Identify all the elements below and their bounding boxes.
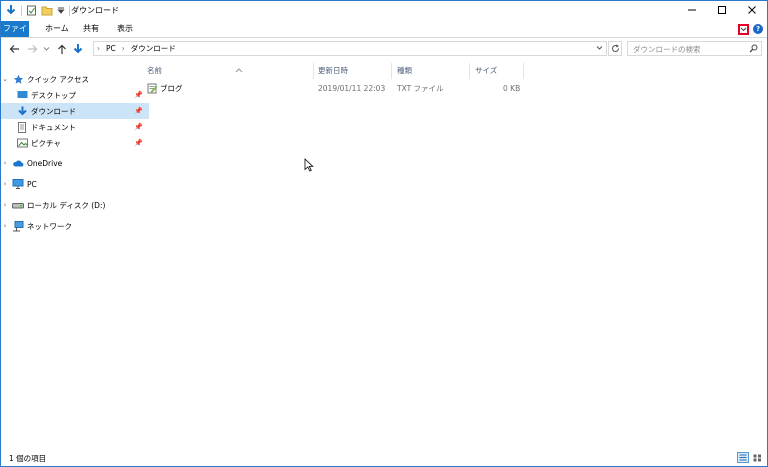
expanded-chevron-icon[interactable]: ⌄ (1, 75, 9, 83)
mouse-cursor-icon (304, 158, 314, 174)
network-icon (12, 220, 24, 232)
maximize-button[interactable] (707, 1, 737, 19)
tab-view[interactable]: 表示 (111, 21, 139, 37)
sort-ascending-icon (235, 63, 243, 79)
column-header-size[interactable]: サイズ (475, 63, 521, 79)
toolbar-separator (21, 6, 22, 16)
computer-icon (12, 178, 24, 190)
tab-home[interactable]: ホーム (39, 21, 75, 37)
sidebar-item-label: ドキュメント (31, 122, 76, 132)
expand-ribbon-button[interactable] (738, 23, 749, 35)
details-view-button[interactable] (737, 452, 749, 463)
title-bar: ダウンロード (1, 1, 767, 21)
table-row[interactable]: ブログ 2019/01/11 22:03 TXT ファイル 0 KB (145, 81, 525, 97)
desktop-icon (16, 89, 28, 101)
sidebar-item-label: クイック アクセス (27, 74, 90, 84)
breadcrumb-pc[interactable]: PC (103, 44, 119, 53)
navigation-bar: › PC › ダウンロード ダウンロードの検索 (1, 39, 767, 59)
back-button[interactable] (7, 42, 21, 56)
tab-share[interactable]: 共有 (77, 21, 105, 37)
sidebar-item-desktop[interactable]: デスクトップ 📌 (1, 87, 149, 103)
collapsed-chevron-icon[interactable]: › (1, 222, 9, 230)
forward-button[interactable] (25, 42, 39, 56)
column-header-modified[interactable]: 更新日時 (318, 63, 388, 79)
collapsed-chevron-icon[interactable]: › (1, 159, 9, 167)
cloud-icon (12, 157, 24, 169)
file-name: ブログ (160, 84, 183, 93)
ribbon-help-area: ? (729, 22, 763, 36)
properties-icon[interactable] (26, 5, 37, 18)
status-bar: 1 個の項目 (1, 450, 767, 466)
sidebar-item-network[interactable]: › ネットワーク (1, 218, 137, 234)
sidebar-item-label: ダウンロード (31, 106, 76, 116)
drive-icon (12, 199, 24, 211)
star-icon (12, 73, 24, 85)
sidebar-item-downloads[interactable]: ダウンロード 📌 (1, 103, 149, 119)
breadcrumb-separator-icon: › (97, 44, 100, 53)
search-icon[interactable] (749, 44, 758, 55)
sidebar-item-label: PC (27, 179, 37, 189)
address-dropdown-icon[interactable] (596, 44, 606, 53)
sidebar-item-label: ピクチャ (31, 138, 61, 148)
column-divider[interactable] (523, 63, 524, 79)
customize-toolbar-icon[interactable] (57, 5, 65, 17)
file-type: TXT ファイル (397, 84, 444, 93)
sidebar-item-label: デスクトップ (31, 90, 76, 100)
download-folder-icon (5, 4, 17, 18)
sidebar-item-label: ネットワーク (27, 221, 72, 231)
download-icon (16, 105, 28, 117)
sidebar-item-local-disk[interactable]: › ローカル ディスク (D:) (1, 197, 137, 213)
breadcrumb-downloads[interactable]: ダウンロード (128, 43, 179, 54)
column-header-type[interactable]: 種類 (397, 63, 467, 79)
navigation-pane: ⌄ クイック アクセス デスクトップ 📌 ダウンロード 📌 ドキュメント 📌 ピ… (1, 67, 149, 447)
refresh-button[interactable] (608, 41, 622, 56)
sidebar-item-documents[interactable]: ドキュメント 📌 (1, 119, 149, 135)
picture-icon (16, 137, 28, 149)
file-modified: 2019/01/11 22:03 (318, 84, 386, 93)
column-divider[interactable] (391, 63, 392, 79)
quick-access-toolbar (5, 3, 70, 19)
sidebar-item-label: ローカル ディスク (D:) (27, 200, 106, 210)
file-size: 0 KB (503, 84, 521, 93)
explorer-window: ダウンロード ファイル ホーム 共有 表示 ? › PC › ダウンロード ダウ… (0, 0, 768, 467)
new-folder-icon[interactable] (41, 5, 53, 18)
ribbon-divider (1, 37, 767, 38)
column-divider[interactable] (469, 63, 470, 79)
recent-locations-button[interactable] (41, 42, 51, 56)
search-placeholder: ダウンロードの検索 (633, 45, 701, 54)
sidebar-item-pc[interactable]: › PC (1, 176, 137, 192)
download-location-icon (71, 42, 85, 56)
column-divider[interactable] (313, 63, 314, 79)
minimize-button[interactable] (677, 1, 707, 19)
file-list: 名前 更新日時 種類 サイズ ブログ 2019/01/11 22:03 TXT … (139, 59, 767, 449)
column-header-name[interactable]: 名前 (147, 63, 312, 79)
search-box[interactable]: ダウンロードの検索 (627, 41, 762, 56)
help-icon[interactable]: ? (753, 24, 763, 34)
sidebar-item-quick-access[interactable]: ⌄ クイック アクセス (1, 71, 137, 87)
sidebar-item-onedrive[interactable]: › OneDrive (1, 155, 137, 171)
item-count: 1 個の項目 (9, 454, 47, 463)
up-button[interactable] (55, 42, 69, 56)
document-icon (16, 121, 28, 133)
large-icons-view-button[interactable] (751, 452, 763, 463)
breadcrumb-separator-icon: › (121, 44, 125, 53)
window-title: ダウンロード (71, 6, 119, 15)
ribbon-tabs: ファイル ホーム 共有 表示 (1, 21, 767, 49)
sidebar-item-pictures[interactable]: ピクチャ 📌 (1, 135, 149, 151)
toolbar-separator (69, 6, 70, 16)
collapsed-chevron-icon[interactable]: › (1, 180, 9, 188)
sidebar-item-label: OneDrive (27, 158, 63, 168)
text-file-icon (147, 83, 158, 100)
close-button[interactable] (737, 1, 767, 19)
address-bar[interactable]: › PC › ダウンロード (93, 41, 607, 56)
tab-file[interactable]: ファイル (1, 21, 29, 49)
collapsed-chevron-icon[interactable]: › (1, 201, 9, 209)
